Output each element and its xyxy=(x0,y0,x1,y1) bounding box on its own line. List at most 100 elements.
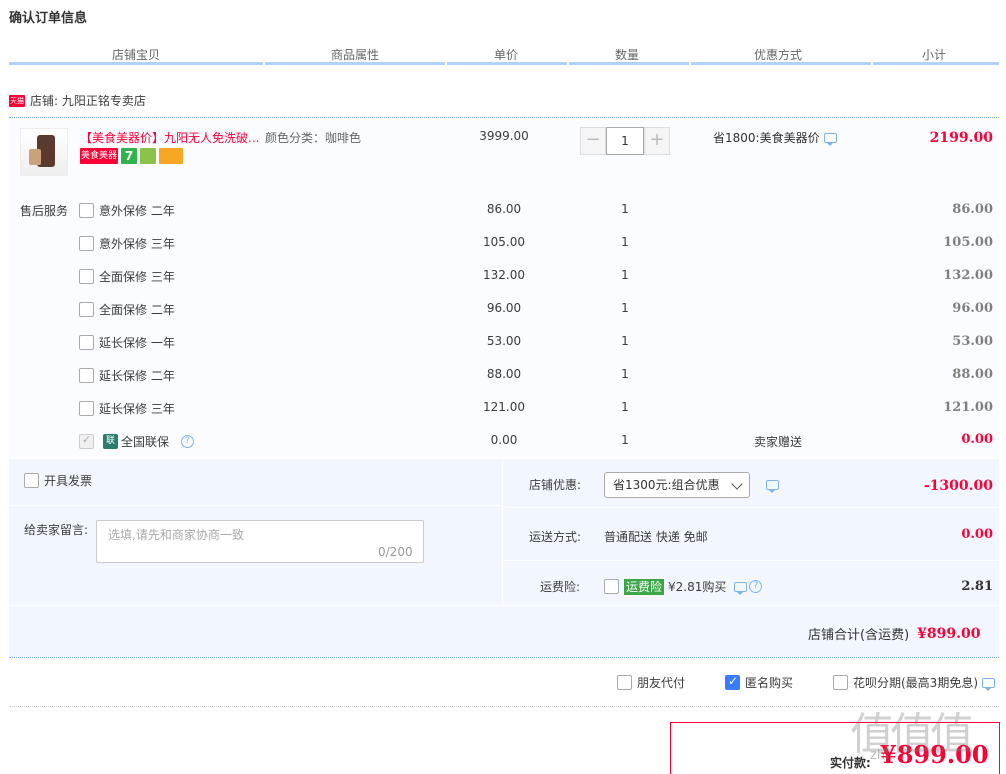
product-attr: 颜色分类：咖啡色 xyxy=(265,131,362,145)
shop-discount-select[interactable]: 省1300元:组合优惠 xyxy=(604,472,750,498)
invoice-option[interactable]: 开具发票 xyxy=(24,472,92,489)
checkbox[interactable] xyxy=(79,269,94,284)
service-price: 53.00 xyxy=(486,334,522,348)
friend-pay-label: 朋友代付 xyxy=(637,676,686,690)
badge-guarantee-icon xyxy=(140,148,156,164)
product-subtotal: 2199.00 xyxy=(929,130,993,146)
service-price: 88.00 xyxy=(486,367,522,381)
invoice-checkbox[interactable] xyxy=(24,473,39,488)
service-name: 全面保修 二年 xyxy=(99,303,175,317)
service-price: 96.00 xyxy=(486,301,522,315)
comment-icon[interactable] xyxy=(823,132,837,146)
watermark: 值值值 xyxy=(850,709,974,760)
service-subtotal: 86.00 xyxy=(952,202,993,217)
shop-name[interactable]: 店铺: 九阳正铭专卖店 xyxy=(30,92,146,109)
checkbox[interactable] xyxy=(79,335,94,350)
product-title[interactable]: 【美食美器价】九阳无人免洗破... xyxy=(80,129,260,146)
service-price: 105.00 xyxy=(483,235,525,249)
comment-icon[interactable] xyxy=(766,480,779,493)
promo-text: 省1800:美食美器价 xyxy=(713,131,820,145)
service-subtotal: 96.00 xyxy=(952,301,993,316)
service-qty: 1 xyxy=(621,334,629,348)
national-warranty-promo: 卖家赠送 xyxy=(753,435,802,449)
checkbox[interactable] xyxy=(79,401,94,416)
checkbox[interactable] xyxy=(79,236,94,251)
shop-discount-selected: 省1300元:组合优惠 xyxy=(613,478,720,492)
checkbox[interactable] xyxy=(79,368,94,383)
service-item[interactable]: 意外保修 二年 xyxy=(79,202,175,219)
divider xyxy=(9,657,999,658)
message-label: 给卖家留言: xyxy=(24,523,89,537)
shop-row: 天猫 店铺: 九阳正铭专卖店 xyxy=(9,92,146,109)
service-qty: 1 xyxy=(621,301,629,315)
service-item[interactable]: 延长保修 一年 xyxy=(79,334,175,351)
qty-input[interactable]: 1 xyxy=(606,127,644,155)
tmall-icon: 天猫 xyxy=(9,94,25,107)
service-item[interactable]: 延长保修 三年 xyxy=(79,400,175,417)
qty-plus-button[interactable]: + xyxy=(644,127,670,155)
anonymous-option[interactable]: 匿名购买 xyxy=(725,674,793,691)
service-price: 132.00 xyxy=(483,268,525,282)
shop-total-label: 店铺合计(含运费) xyxy=(808,628,910,643)
national-warranty-qty: 1 xyxy=(621,433,629,447)
service-item[interactable]: 全面保修 三年 xyxy=(79,268,175,285)
quantity-stepper: − 1 + xyxy=(580,127,670,155)
national-warranty-name: 全国联保 xyxy=(121,435,170,449)
insurance-tag: 运费险 xyxy=(624,578,665,595)
qty-minus-button[interactable]: − xyxy=(580,127,606,155)
checkbox[interactable] xyxy=(79,302,94,317)
column-header-promo: 优惠方式 xyxy=(753,48,802,62)
column-header-attr: 商品属性 xyxy=(330,48,379,62)
badge-seven-day-return-icon: 7 xyxy=(121,148,137,164)
warranty-icon: 联 xyxy=(103,434,118,449)
insurance-label: 运费险: xyxy=(540,580,581,594)
anonymous-label: 匿名购买 xyxy=(745,676,794,690)
friend-pay-checkbox[interactable] xyxy=(617,675,632,690)
message-placeholder: 选填,请先和商家协商一致 xyxy=(108,528,244,542)
service-name: 延长保修 一年 xyxy=(99,336,175,350)
comment-icon[interactable] xyxy=(734,581,748,595)
insurance-option[interactable]: 运费险 ¥2.81购买 ? xyxy=(604,578,763,595)
anonymous-checkbox[interactable] xyxy=(725,674,740,690)
product-promo: 省1800:美食美器价 xyxy=(713,129,837,146)
huabei-checkbox[interactable] xyxy=(833,675,848,690)
column-header-subtotal: 小计 xyxy=(921,48,946,62)
message-char-count: 0/200 xyxy=(378,545,413,559)
product-badges: 美食美器 7 xyxy=(80,148,183,164)
badge-meishi: 美食美器 xyxy=(80,148,118,164)
service-subtotal: 132.00 xyxy=(943,268,993,283)
national-warranty: 联 全国联保 ? xyxy=(79,433,195,450)
service-price: 121.00 xyxy=(483,400,525,414)
help-icon[interactable]: ? xyxy=(181,435,195,448)
service-item[interactable]: 延长保修 二年 xyxy=(79,367,175,384)
shop-discount-amount: -1300.00 xyxy=(923,478,993,494)
checkbox-disabled xyxy=(79,433,94,449)
service-qty: 1 xyxy=(621,202,629,216)
service-subtotal: 88.00 xyxy=(952,367,993,382)
service-item[interactable]: 全面保修 二年 xyxy=(79,301,175,318)
column-header-qty: 数量 xyxy=(614,48,639,62)
shipping-amount: 0.00 xyxy=(961,527,993,542)
column-header-item: 店铺宝贝 xyxy=(111,48,160,62)
chevron-down-icon xyxy=(731,478,743,490)
service-price: 86.00 xyxy=(486,202,522,216)
invoice-label: 开具发票 xyxy=(44,474,93,488)
service-subtotal: 105.00 xyxy=(943,235,993,250)
comment-icon[interactable] xyxy=(982,677,995,691)
product-image[interactable] xyxy=(20,128,68,176)
product-price: 3999.00 xyxy=(479,129,529,143)
shop-discount-label: 店铺优惠: xyxy=(529,478,582,492)
service-name: 延长保修 三年 xyxy=(99,402,175,416)
friend-pay-option[interactable]: 朋友代付 xyxy=(617,674,685,691)
service-item[interactable]: 意外保修 三年 xyxy=(79,235,175,252)
divider xyxy=(503,560,999,561)
checkbox[interactable] xyxy=(79,203,94,218)
service-qty: 1 xyxy=(621,268,629,282)
insurance-checkbox[interactable] xyxy=(604,579,619,594)
insurance-amount: 2.81 xyxy=(961,579,993,594)
insurance-price: ¥2.81购买 xyxy=(668,580,727,594)
column-header-price: 单价 xyxy=(493,48,518,62)
huabei-option[interactable]: 花呗分期(最高3期免息) xyxy=(833,674,995,691)
help-icon[interactable]: ? xyxy=(749,580,763,593)
national-warranty-subtotal: 0.00 xyxy=(961,432,993,447)
